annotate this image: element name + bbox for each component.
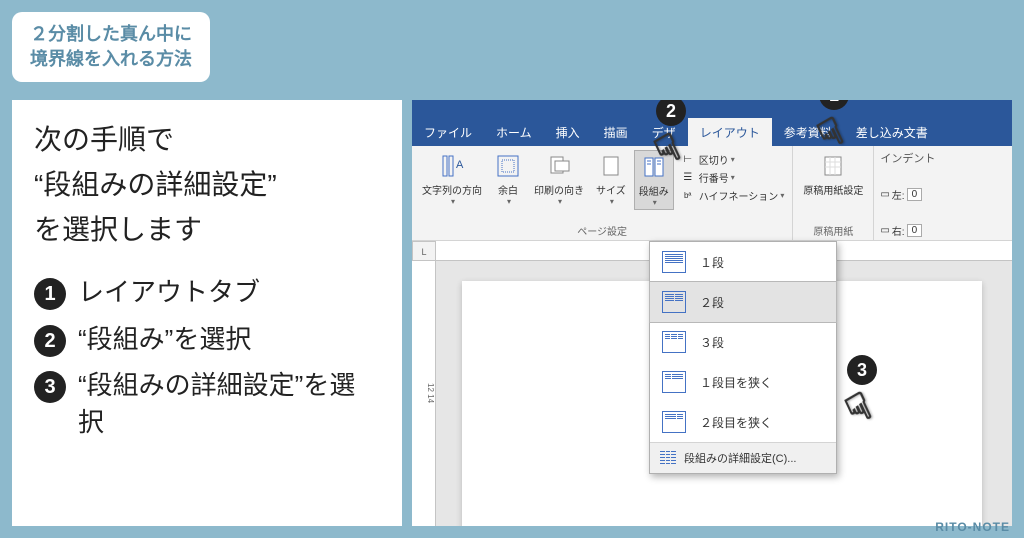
title-line2: 境界線を入れる方法 [30, 47, 192, 72]
group-label-page-setup: ページ設定 [418, 223, 786, 238]
dropdown-item-narrow1[interactable]: １段目を狭く [650, 362, 836, 402]
dropdown-item-2col[interactable]: ２段 [650, 282, 836, 322]
dropdown-item-narrow2[interactable]: ２段目を狭く [650, 402, 836, 442]
ribbon-group-indent: インデント ▭ 左: 0 ▭ 右: 0 [874, 146, 941, 240]
step-item: 3 “段組みの詳細設定”を選択 [34, 367, 380, 440]
marker-2: 2 ☟ [656, 100, 686, 171]
step-number-badge: 1 [34, 278, 66, 310]
step-number-badge: 3 [34, 371, 66, 403]
tab-home[interactable]: ホーム [484, 118, 544, 146]
chevron-down-icon: ▾ [451, 197, 455, 206]
chevron-down-icon: ▾ [610, 197, 614, 206]
columns-dropdown: １段 ２段 ３段 １段目を狭く ２段目を狭く 段組みの詳細設定(C)... [649, 241, 837, 474]
hyphenation-button[interactable]: bª ハイフネーション▾ [678, 186, 787, 204]
marker-3: 3 ☟ [847, 355, 877, 430]
chevron-down-icon: ▾ [731, 155, 735, 164]
more-columns-icon [660, 451, 676, 465]
orientation-button[interactable]: 印刷の向き▾ [530, 150, 588, 210]
text-direction-button[interactable]: A 文字列の方向▾ [418, 150, 486, 210]
ruler-corner[interactable]: L [412, 241, 436, 261]
chevron-down-icon: ▾ [653, 198, 657, 207]
instruction-panel: 次の手順で “段組みの詳細設定” を選択します 1 レイアウトタブ 2 “段組み… [12, 100, 402, 526]
size-button[interactable]: サイズ▾ [592, 150, 630, 210]
margins-icon [494, 152, 522, 180]
text-direction-icon: A [438, 152, 466, 180]
dropdown-item-1col[interactable]: １段 [650, 242, 836, 282]
narrow-second-icon [662, 411, 686, 433]
step-number-badge: 2 [34, 325, 66, 357]
one-column-icon [662, 251, 686, 273]
svg-text:A: A [456, 159, 464, 171]
title-card: ２分割した真ん中に 境界線を入れる方法 [12, 12, 210, 82]
word-title-bar [412, 100, 1012, 118]
line-numbers-button[interactable]: ☰ 行番号▾ [678, 168, 787, 186]
indent-right-icon: ▭ [880, 225, 889, 236]
indent-left-icon: ▭ [880, 189, 889, 200]
orientation-icon [545, 152, 573, 180]
step-item: 1 レイアウトタブ [34, 274, 380, 310]
title-line1: ２分割した真ん中に [30, 22, 192, 47]
tab-file[interactable]: ファイル [412, 118, 484, 146]
instruction-text: 次の手順で “段組みの詳細設定” を選択します [34, 118, 380, 252]
marker-1: 1 ☟ [819, 100, 849, 155]
watermark: RITO-NOTE [935, 520, 1010, 534]
narrow-first-icon [662, 371, 686, 393]
ribbon-content: A 文字列の方向▾ 余白▾ 印刷の向き▾ サイズ▾ 段組み▾ [412, 146, 1012, 241]
chevron-down-icon: ▾ [780, 191, 784, 200]
indent-label: インデント [880, 150, 935, 166]
group-label-manuscript: 原稿用紙 [799, 223, 867, 238]
step-text: “段組みの詳細設定”を選択 [78, 367, 380, 440]
ribbon-group-page-setup: A 文字列の方向▾ 余白▾ 印刷の向き▾ サイズ▾ 段組み▾ [412, 146, 793, 240]
dropdown-more-columns[interactable]: 段組みの詳細設定(C)... [650, 443, 836, 473]
steps-list: 1 レイアウトタブ 2 “段組み”を選択 3 “段組みの詳細設定”を選択 [34, 274, 380, 440]
tab-mailings[interactable]: 差し込み文書 [844, 118, 940, 146]
ribbon-group-manuscript: 原稿用紙設定 原稿用紙 [793, 146, 874, 240]
marker-badge: 3 [847, 355, 877, 385]
line-numbers-icon: ☰ [680, 169, 696, 185]
chevron-down-icon: ▾ [558, 197, 562, 206]
dropdown-item-3col[interactable]: ３段 [650, 322, 836, 362]
tab-insert[interactable]: 挿入 [544, 118, 592, 146]
two-column-icon [662, 291, 686, 313]
indent-right-input[interactable]: 0 [907, 224, 923, 237]
hyphenation-icon: bª [680, 187, 696, 203]
indent-left-input[interactable]: 0 [907, 188, 923, 201]
tab-draw[interactable]: 描画 [592, 118, 640, 146]
breaks-button[interactable]: ⊢ 区切り▾ [678, 150, 787, 168]
margins-button[interactable]: 余白▾ [490, 150, 526, 210]
tab-layout[interactable]: レイアウト [688, 118, 772, 146]
marker-badge: 2 [656, 100, 686, 126]
chevron-down-icon: ▾ [731, 173, 735, 182]
chevron-down-icon: ▾ [507, 197, 511, 206]
step-text: レイアウトタブ [78, 274, 260, 310]
step-text: “段組み”を選択 [78, 321, 251, 357]
vertical-ruler[interactable]: 12 14 [412, 261, 436, 526]
step-item: 2 “段組み”を選択 [34, 321, 380, 357]
word-app-screenshot: ファイル ホーム 挿入 描画 デザ レイアウト 参考資料 差し込み文書 A 文字… [412, 100, 1012, 526]
three-column-icon [662, 331, 686, 353]
ribbon-tabs: ファイル ホーム 挿入 描画 デザ レイアウト 参考資料 差し込み文書 [412, 118, 1012, 146]
size-icon [597, 152, 625, 180]
